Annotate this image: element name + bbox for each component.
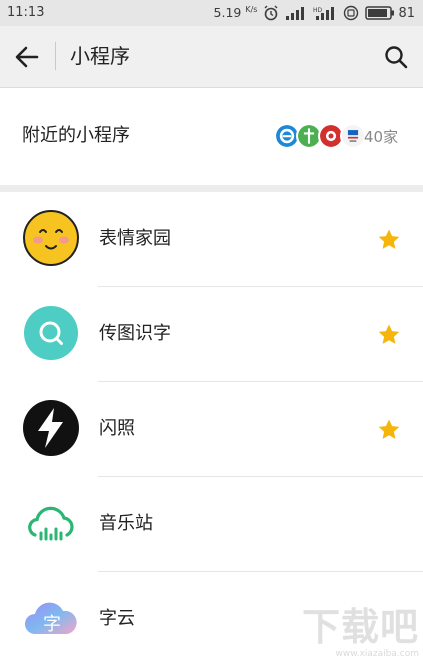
- battery-icon: [365, 6, 395, 20]
- magnifier-circle-icon: [24, 306, 78, 360]
- list-item-chuantu-shizi[interactable]: 传图识字: [0, 287, 423, 382]
- nearby-label: 附近的小程序: [22, 125, 130, 146]
- signal-icon: [286, 7, 305, 20]
- app-name: 传图识字: [99, 323, 171, 344]
- page-title: 小程序: [70, 44, 130, 68]
- net-speed-value: 5.19: [213, 5, 242, 21]
- list-item-biaoqing-jiayuan[interactable]: 表情家园: [0, 192, 423, 287]
- status-right: 5.19 K/s HD 81: [214, 4, 415, 22]
- watermark: 下载吧 www.xiazaiba.com: [302, 605, 419, 659]
- smiley-face-icon: [23, 210, 79, 266]
- nav-bar: 小程序: [0, 26, 423, 88]
- list-item-shanzhao[interactable]: 闪照: [0, 382, 423, 477]
- battery-level: 81: [398, 5, 415, 21]
- net-speed: 5.19 K/s: [214, 5, 258, 20]
- app-name: 字云: [99, 608, 135, 629]
- status-bar: 11:13 5.19 K/s HD 81: [0, 0, 423, 26]
- word-cloud-icon: 字: [25, 602, 77, 635]
- app-notification-icon: [344, 5, 359, 21]
- star-icon[interactable]: [377, 418, 401, 442]
- mini-programs-screen: 11:13 5.19 K/s HD 81 小程序 附近的小程序 40家 表情家园…: [0, 0, 423, 663]
- mini-program-list: 表情家园 传图识字 闪照 音乐站 字 字云: [0, 192, 423, 663]
- nav-divider: [55, 42, 56, 70]
- app-name: 表情家园: [99, 228, 171, 249]
- list-item-yinyue-zhan[interactable]: 音乐站: [0, 477, 423, 572]
- lightning-icon: [23, 400, 79, 456]
- status-time: 11:13: [7, 5, 45, 20]
- battery: 81: [365, 6, 415, 21]
- star-icon[interactable]: [377, 228, 401, 252]
- watermark-logo: 下载吧: [301, 605, 419, 649]
- nearby-logos: [274, 123, 366, 149]
- nearby-mini-programs-row[interactable]: 附近的小程序 40家: [0, 89, 423, 185]
- back-button[interactable]: [12, 43, 42, 71]
- svg-text:字: 字: [43, 614, 61, 635]
- app-name: 闪照: [99, 418, 135, 439]
- music-cloud-icon: [28, 506, 74, 541]
- section-divider: [0, 185, 423, 192]
- svg-text:HD: HD: [313, 7, 323, 14]
- watermark-url: www.xiazaiba.com: [335, 649, 419, 659]
- arrow-left-icon: [15, 46, 39, 68]
- nearby-count: 40家: [364, 128, 399, 146]
- alarm-icon: [264, 5, 278, 21]
- net-speed-unit: K/s: [245, 5, 258, 15]
- hd-signal-icon: HD: [313, 7, 335, 20]
- store-logo: [340, 123, 366, 149]
- search-button[interactable]: [381, 42, 411, 72]
- search-icon: [385, 46, 408, 69]
- app-name: 音乐站: [99, 513, 153, 534]
- star-icon[interactable]: [377, 323, 401, 347]
